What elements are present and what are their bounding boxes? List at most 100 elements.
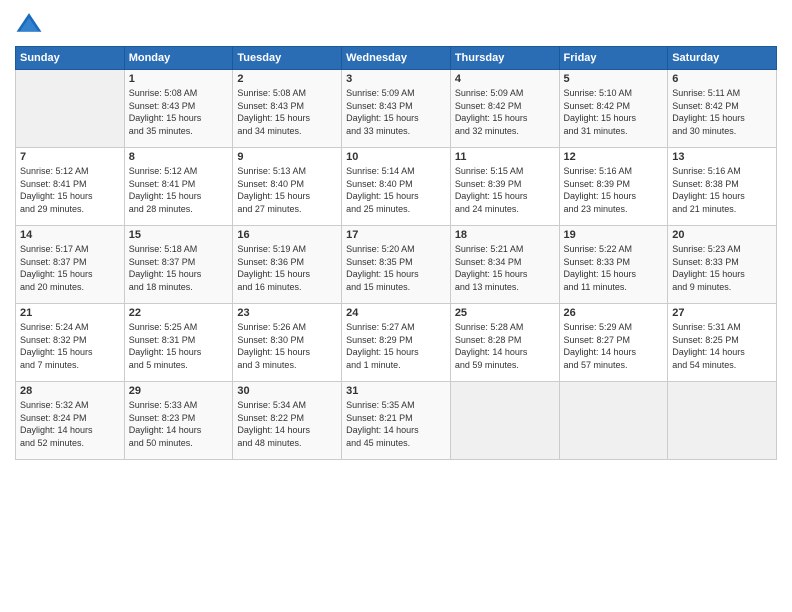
calendar-cell: 11Sunrise: 5:15 AM Sunset: 8:39 PM Dayli… [450,148,559,226]
day-info: Sunrise: 5:35 AM Sunset: 8:21 PM Dayligh… [346,399,446,449]
day-number: 18 [455,229,555,241]
day-number: 16 [237,229,337,241]
calendar-cell: 24 Sunrise: 5:27 AM Sunset: 8:29 PM Dayli… [342,304,451,382]
day-header-friday: Friday [559,47,668,70]
day-info: Sunrise: 5:17 AM Sunset: 8:37 PM Dayligh… [20,243,120,293]
day-header-sunday: Sunday [16,47,125,70]
day-info: Sunrise: 5:31 AM Sunset: 8:25 PM Dayligh… [672,321,772,371]
day-number: 31 [346,385,446,397]
day-number: 23 [237,307,337,319]
day-number: 3 [346,73,446,85]
calendar-cell [668,382,777,460]
header-row: SundayMondayTuesdayWednesdayThursdayFrid… [16,47,777,70]
day-header-thursday: Thursday [450,47,559,70]
day-number: 11 [455,151,555,163]
day-number: 15 [129,229,229,241]
day-info: Sunrise: 5:08 AM Sunset: 8:43 PM Dayligh… [237,87,337,137]
day-info: Sunrise: 5:28 AM Sunset: 8:28 PM Dayligh… [455,321,555,371]
day-number: 22 [129,307,229,319]
calendar-cell [450,382,559,460]
calendar-cell: 15 Sunrise: 5:18 AM Sunset: 8:37 PM Dayli… [124,226,233,304]
day-info: Sunrise: 5:25 AM Sunset: 8:31 PM Dayligh… [129,321,229,371]
day-number: 28 [20,385,120,397]
day-info: Sunrise: 5:13 AM Sunset: 8:40 PM Dayligh… [237,165,337,215]
calendar-cell: 21 Sunrise: 5:24 AM Sunset: 8:32 PM Dayli… [16,304,125,382]
day-info: Sunrise: 5:32 AM Sunset: 8:24 PM Dayligh… [20,399,120,449]
calendar-cell: 20Sunrise: 5:23 AM Sunset: 8:33 PM Dayli… [668,226,777,304]
day-info: Sunrise: 5:18 AM Sunset: 8:37 PM Dayligh… [129,243,229,293]
day-info: Sunrise: 5:21 AM Sunset: 8:34 PM Dayligh… [455,243,555,293]
day-number: 6 [672,73,772,85]
day-info: Sunrise: 5:27 AM Sunset: 8:29 PM Dayligh… [346,321,446,371]
day-number: 17 [346,229,446,241]
calendar-cell: 27 Sunrise: 5:31 AM Sunset: 8:25 PM Dayli… [668,304,777,382]
calendar-cell: 10 Sunrise: 5:14 AM Sunset: 8:40 PM Dayli… [342,148,451,226]
calendar-cell: 25 Sunrise: 5:28 AM Sunset: 8:28 PM Dayli… [450,304,559,382]
day-info: Sunrise: 5:10 AM Sunset: 8:42 PM Dayligh… [564,87,664,137]
calendar-cell: 6 Sunrise: 5:11 AM Sunset: 8:42 PM Daylig… [668,70,777,148]
day-number: 1 [129,73,229,85]
day-info: Sunrise: 5:20 AM Sunset: 8:35 PM Dayligh… [346,243,446,293]
day-number: 14 [20,229,120,241]
day-number: 8 [129,151,229,163]
calendar-cell: 3Sunrise: 5:09 AM Sunset: 8:43 PM Daylig… [342,70,451,148]
calendar-cell [16,70,125,148]
day-number: 21 [20,307,120,319]
day-number: 30 [237,385,337,397]
calendar-cell: 13 Sunrise: 5:16 AM Sunset: 8:38 PM Dayli… [668,148,777,226]
calendar-cell: 12Sunrise: 5:16 AM Sunset: 8:39 PM Dayli… [559,148,668,226]
calendar-cell: 29 Sunrise: 5:33 AM Sunset: 8:23 PM Dayli… [124,382,233,460]
calendar-cell: 14 Sunrise: 5:17 AM Sunset: 8:37 PM Dayli… [16,226,125,304]
logo [15,10,47,38]
calendar-cell: 22 Sunrise: 5:25 AM Sunset: 8:31 PM Dayli… [124,304,233,382]
day-info: Sunrise: 5:09 AM Sunset: 8:42 PM Dayligh… [455,87,555,137]
day-info: Sunrise: 5:34 AM Sunset: 8:22 PM Dayligh… [237,399,337,449]
calendar-cell: 9 Sunrise: 5:13 AM Sunset: 8:40 PM Daylig… [233,148,342,226]
day-header-monday: Monday [124,47,233,70]
day-info: Sunrise: 5:19 AM Sunset: 8:36 PM Dayligh… [237,243,337,293]
day-number: 4 [455,73,555,85]
day-number: 25 [455,307,555,319]
day-info: Sunrise: 5:14 AM Sunset: 8:40 PM Dayligh… [346,165,446,215]
day-header-wednesday: Wednesday [342,47,451,70]
page: SundayMondayTuesdayWednesdayThursdayFrid… [0,0,792,612]
day-number: 5 [564,73,664,85]
day-info: Sunrise: 5:12 AM Sunset: 8:41 PM Dayligh… [20,165,120,215]
day-info: Sunrise: 5:23 AM Sunset: 8:33 PM Dayligh… [672,243,772,293]
week-row-3: 14 Sunrise: 5:17 AM Sunset: 8:37 PM Dayli… [16,226,777,304]
day-header-tuesday: Tuesday [233,47,342,70]
day-info: Sunrise: 5:29 AM Sunset: 8:27 PM Dayligh… [564,321,664,371]
day-info: Sunrise: 5:12 AM Sunset: 8:41 PM Dayligh… [129,165,229,215]
day-number: 13 [672,151,772,163]
day-number: 26 [564,307,664,319]
day-info: Sunrise: 5:24 AM Sunset: 8:32 PM Dayligh… [20,321,120,371]
week-row-2: 7Sunrise: 5:12 AM Sunset: 8:41 PM Daylig… [16,148,777,226]
calendar-cell: 1 Sunrise: 5:08 AM Sunset: 8:43 PM Daylig… [124,70,233,148]
calendar-table: SundayMondayTuesdayWednesdayThursdayFrid… [15,46,777,460]
day-number: 9 [237,151,337,163]
calendar-cell: 28 Sunrise: 5:32 AM Sunset: 8:24 PM Dayli… [16,382,125,460]
day-number: 24 [346,307,446,319]
day-info: Sunrise: 5:33 AM Sunset: 8:23 PM Dayligh… [129,399,229,449]
day-number: 27 [672,307,772,319]
header [15,10,777,38]
day-number: 29 [129,385,229,397]
calendar-cell: 30 Sunrise: 5:34 AM Sunset: 8:22 PM Dayli… [233,382,342,460]
calendar-cell: 16 Sunrise: 5:19 AM Sunset: 8:36 PM Dayli… [233,226,342,304]
calendar-cell: 23Sunrise: 5:26 AM Sunset: 8:30 PM Dayli… [233,304,342,382]
day-info: Sunrise: 5:11 AM Sunset: 8:42 PM Dayligh… [672,87,772,137]
day-info: Sunrise: 5:16 AM Sunset: 8:38 PM Dayligh… [672,165,772,215]
day-number: 19 [564,229,664,241]
calendar-cell: 5 Sunrise: 5:10 AM Sunset: 8:42 PM Daylig… [559,70,668,148]
calendar-cell: 26 Sunrise: 5:29 AM Sunset: 8:27 PM Dayli… [559,304,668,382]
day-info: Sunrise: 5:22 AM Sunset: 8:33 PM Dayligh… [564,243,664,293]
week-row-5: 28 Sunrise: 5:32 AM Sunset: 8:24 PM Dayli… [16,382,777,460]
calendar-cell: 17 Sunrise: 5:20 AM Sunset: 8:35 PM Dayli… [342,226,451,304]
calendar-cell [559,382,668,460]
day-number: 10 [346,151,446,163]
day-header-saturday: Saturday [668,47,777,70]
logo-icon [15,10,43,38]
day-info: Sunrise: 5:08 AM Sunset: 8:43 PM Dayligh… [129,87,229,137]
calendar-cell: 2Sunrise: 5:08 AM Sunset: 8:43 PM Daylig… [233,70,342,148]
week-row-1: 1 Sunrise: 5:08 AM Sunset: 8:43 PM Daylig… [16,70,777,148]
